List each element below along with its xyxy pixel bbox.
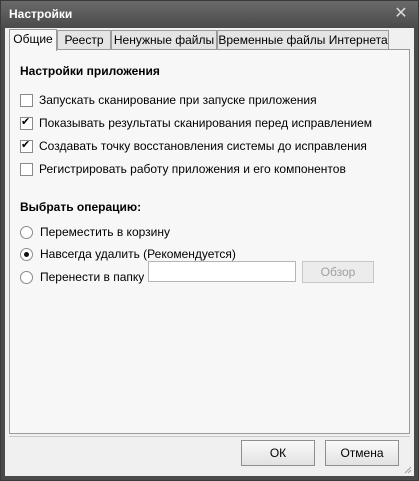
dialog-body: Общие Реестр Ненужные файлы Временные фа… [5,28,414,476]
option-show-results[interactable]: Показывать результаты сканирования перед… [20,115,372,131]
tab-junk-files[interactable]: Ненужные файлы [111,30,217,49]
app-settings-heading: Настройки приложения [20,64,160,78]
ok-button[interactable]: ОК [241,440,315,466]
option-create-restore-point[interactable]: Создавать точку восстановления системы д… [20,138,367,154]
cancel-button[interactable]: Отмена [325,440,399,466]
footer-divider [9,436,410,437]
option-log-activity[interactable]: Регистрировать работу приложения и его к… [20,161,346,177]
resize-grip-icon[interactable] [402,464,412,474]
operation-label: Навсегда удалить (Рекомендуется) [40,247,236,261]
tab-registry[interactable]: Реестр [57,30,111,49]
operation-heading: Выбрать операцию: [20,200,142,214]
radio-button[interactable] [20,225,33,239]
checkbox[interactable] [20,93,33,107]
option-label: Регистрировать работу приложения и его к… [39,162,346,176]
operation-label: Перенести в папку [40,270,145,284]
operation-delete-permanently[interactable]: Навсегда удалить (Рекомендуется) [20,246,236,262]
option-label: Запускать сканирование при запуске прило… [39,93,317,107]
checkbox[interactable] [20,116,33,130]
checkbox[interactable] [20,162,33,176]
radio-button[interactable] [20,270,33,284]
option-label: Создавать точку восстановления системы д… [39,139,367,153]
radio-button[interactable] [20,247,33,261]
operation-move-to-recycle-bin[interactable]: Переместить в корзину [20,224,170,240]
title-bar: Настройки ✕ [1,1,418,28]
general-panel: Настройки приложения Запускать сканирова… [9,49,410,434]
close-icon[interactable]: ✕ [392,5,410,23]
operation-label: Переместить в корзину [40,225,170,239]
option-label: Показывать результаты сканирования перед… [39,116,373,130]
tab-temp-internet-files[interactable]: Временные файлы Интернета [217,30,389,49]
checkbox[interactable] [20,139,33,153]
folder-path-input[interactable] [148,261,296,282]
operation-move-to-folder[interactable]: Перенести в папку [20,269,144,285]
tab-general[interactable]: Общие [9,29,57,51]
option-scan-on-start[interactable]: Запускать сканирование при запуске прило… [20,92,317,108]
browse-button[interactable]: Обзор [302,261,374,283]
settings-window: Настройки ✕ Общие Реестр Ненужные файлы … [0,0,419,481]
window-title: Настройки [9,7,73,21]
